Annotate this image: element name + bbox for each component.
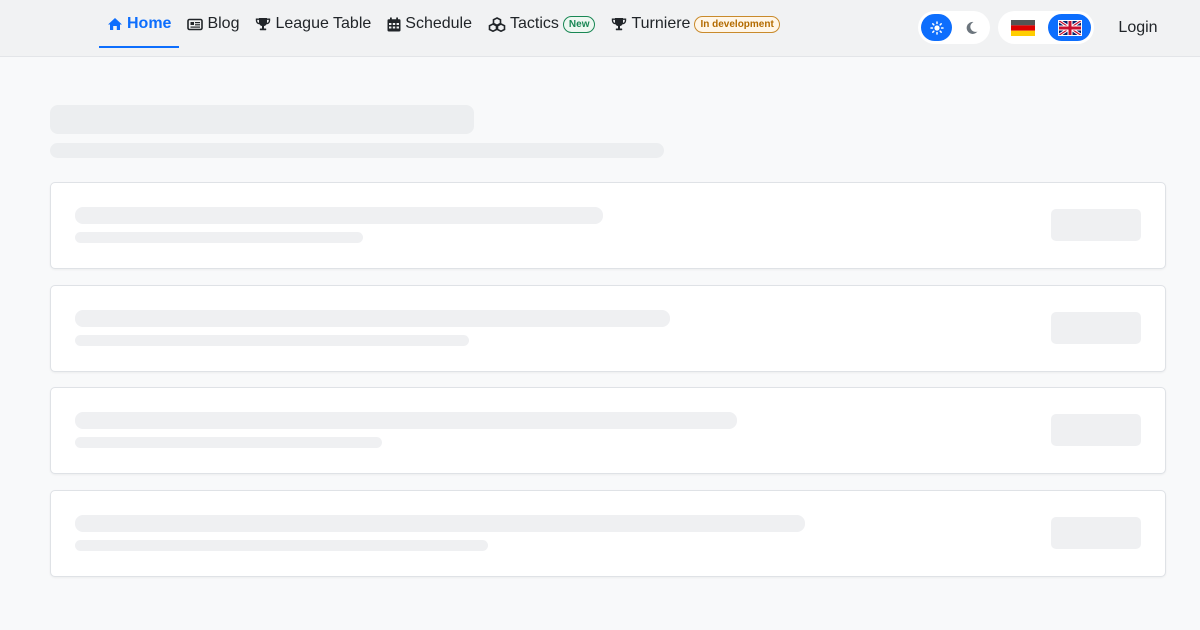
home-icon	[108, 18, 122, 30]
card-button-skeleton	[1051, 414, 1141, 446]
nav-label: Schedule	[405, 15, 472, 32]
page-subtitle-skeleton	[50, 143, 664, 158]
card-button-skeleton	[1051, 312, 1141, 344]
card-subtitle-skeleton	[75, 540, 488, 551]
theme-toggle	[918, 11, 990, 44]
nav-item-home[interactable]: Home	[99, 0, 180, 48]
german-language-button[interactable]	[1001, 14, 1044, 41]
main-nav: Home Blog League Table Schedule Tactics …	[99, 0, 788, 48]
moon-icon	[966, 21, 978, 34]
card-button-skeleton	[1051, 209, 1141, 241]
card-title-skeleton	[75, 207, 603, 224]
trophy-icon	[612, 18, 627, 31]
card-title-skeleton	[75, 310, 670, 327]
nav-item-tactics[interactable]: Tactics New	[480, 0, 603, 48]
sun-icon	[929, 20, 944, 35]
card-title-skeleton	[75, 412, 737, 429]
login-link[interactable]: Login	[1111, 0, 1165, 56]
top-navbar: Home Blog League Table Schedule Tactics …	[0, 0, 1200, 57]
uk-flag-icon	[1057, 19, 1082, 36]
nav-item-blog[interactable]: Blog	[179, 0, 247, 48]
nav-label: Tactics	[510, 15, 559, 32]
new-badge: New	[562, 15, 596, 33]
card-subtitle-skeleton	[75, 335, 469, 346]
cubes-icon	[488, 16, 506, 32]
page-title-skeleton	[50, 105, 474, 134]
nav-label: Home	[127, 15, 172, 32]
skeleton-card	[50, 490, 1166, 577]
nav-label: Turniere	[631, 15, 691, 32]
nav-item-turniere[interactable]: Turniere In development	[603, 0, 787, 48]
card-subtitle-skeleton	[75, 437, 382, 448]
nav-label: League Table	[275, 15, 372, 32]
language-toggle	[998, 11, 1094, 44]
card-subtitle-skeleton	[75, 232, 363, 243]
german-flag-icon	[1010, 19, 1035, 36]
card-title-skeleton	[75, 515, 805, 532]
card-button-skeleton	[1051, 517, 1141, 549]
nav-item-league-table[interactable]: League Table	[247, 0, 379, 48]
skeleton-card	[50, 285, 1166, 372]
english-language-button[interactable]	[1048, 14, 1091, 41]
skeleton-card	[50, 182, 1166, 269]
trophy-icon	[256, 18, 271, 31]
in-development-badge: In development	[694, 15, 780, 33]
nav-label: Blog	[207, 15, 240, 32]
light-theme-button[interactable]	[921, 14, 952, 41]
calendar-icon	[387, 17, 401, 31]
nav-item-schedule[interactable]: Schedule	[379, 0, 480, 48]
dark-theme-button[interactable]	[956, 14, 987, 41]
newspaper-icon	[187, 18, 204, 30]
skeleton-card	[50, 387, 1166, 474]
